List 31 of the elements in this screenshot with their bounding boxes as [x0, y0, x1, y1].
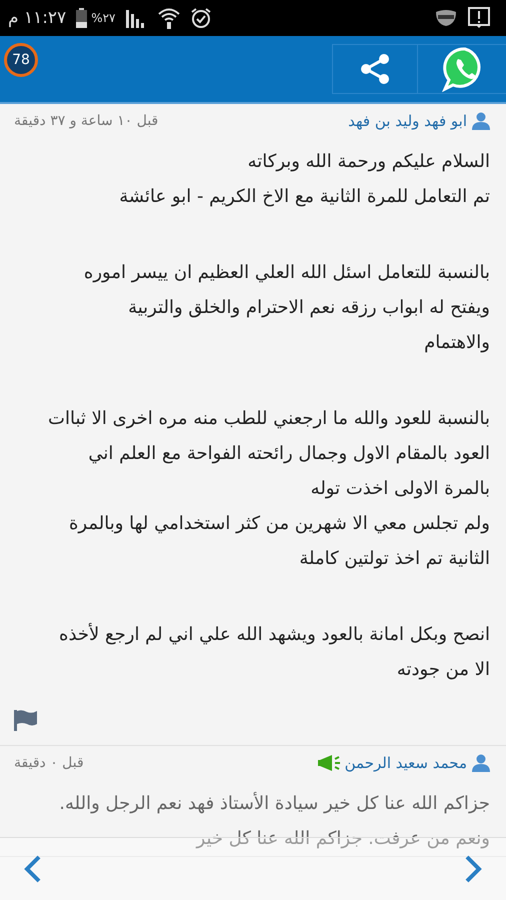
wifi-icon: [158, 7, 180, 29]
comment-text: الثانية تم اخذ تولتين كاملة: [298, 547, 490, 571]
clock-time: ١١:٢٧ م: [8, 8, 66, 28]
comment-text: بالنسبة للعود والله ما ارجعني للطب منه مره اخرى الا ثباات: [47, 407, 490, 431]
comment-text: جزاكم الله عنا كل خير سيادة الأستاذ فهد نعم الرجل والله.: [58, 790, 490, 816]
comment-text: ولم تجلس معي الا شهرين من كثر استخدامي لها وبالمرة: [68, 512, 490, 536]
user-icon: [472, 112, 490, 130]
mask-icon: [434, 9, 458, 27]
comment-text: تم التعامل للمرة الثانية مع الاخ الكريم - ابو عائشة: [118, 185, 490, 209]
battery-percent: %٢٧: [91, 11, 116, 25]
score-badge: 78: [4, 43, 38, 77]
battery-icon: [76, 8, 88, 28]
chevron-right-icon: [464, 855, 482, 883]
comment-text: انصح وبكل امانة بالعود ويشهد الله علي اني لم ارجع لأخذه: [58, 622, 490, 647]
alarm-clock-icon: [190, 7, 212, 29]
user-icon: [472, 754, 490, 772]
author-name[interactable]: ابو فهد وليد بن فهد: [348, 112, 467, 130]
alert-icon: [468, 7, 490, 29]
comment-text: ويفتح له ابواب رزقه نعم الاحترام والخلق والتربية: [127, 296, 490, 320]
comment-text: بالنسبة للتعامل اسئل الله العلي العظيم ان ييسر اموره: [82, 261, 490, 285]
author-name[interactable]: محمد سعيد الرحمن: [344, 754, 467, 772]
comment-text: الا من جودته: [396, 658, 490, 682]
share-icon: [358, 52, 392, 86]
comment-text: والاهتمام: [423, 331, 490, 355]
post-time: قبل ٠ دقيقة: [14, 755, 84, 771]
post-time: قبل ١٠ ساعة و ٣٧ دقيقة: [14, 113, 158, 129]
comment-text: بالمرة الاولى اخذت توله: [310, 477, 490, 501]
comment-text: السلام عليكم ورحمة الله وبركاته: [246, 150, 490, 174]
comment-text: العود بالمقام الاول وجمال رائحته الفواحة مع العلم اني: [87, 442, 490, 466]
report-flag-icon[interactable]: [14, 709, 38, 731]
chevron-left-icon: [24, 855, 42, 883]
